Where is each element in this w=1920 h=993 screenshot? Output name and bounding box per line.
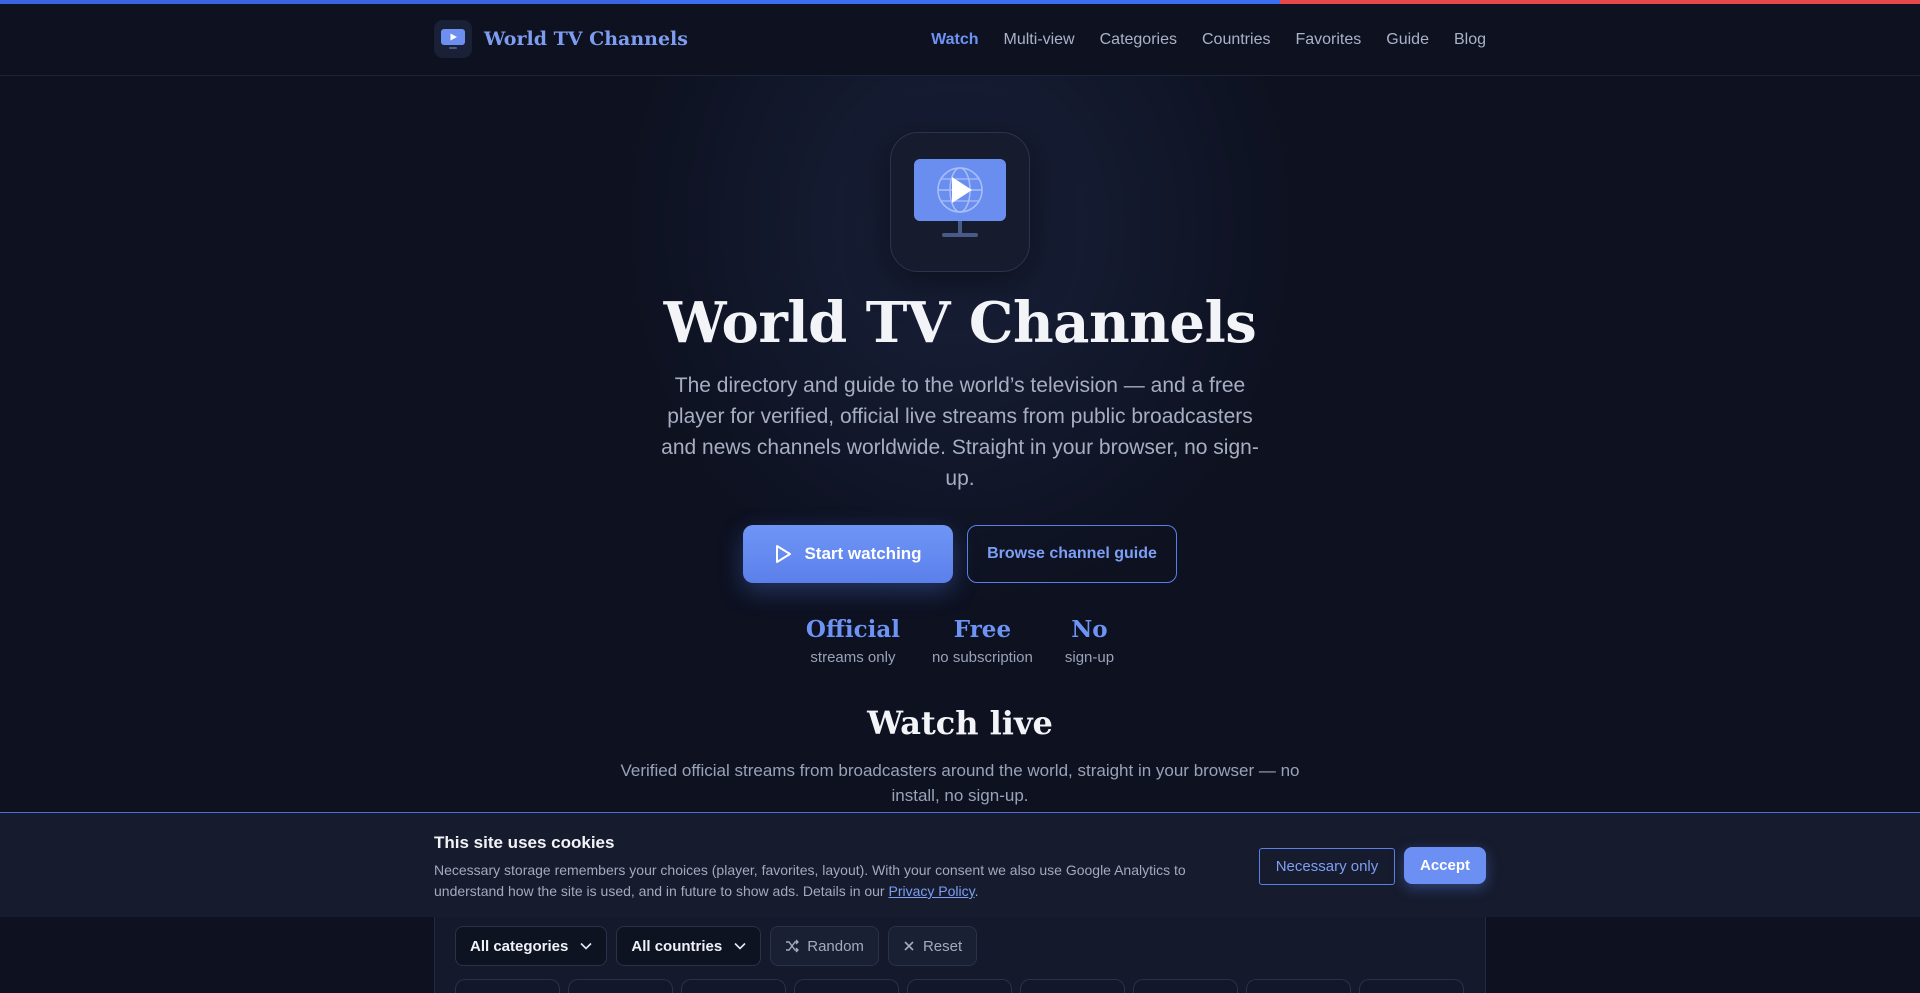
accept-cookies-button[interactable]: Accept — [1404, 847, 1486, 884]
channel-card[interactable] — [794, 979, 899, 993]
hero-stats: Official streams only Free no subscripti… — [0, 616, 1920, 666]
country-select[interactable]: All countries — [616, 926, 762, 966]
channel-card-row — [455, 979, 1464, 993]
shuffle-icon — [786, 939, 800, 953]
chevron-down-icon — [734, 942, 746, 950]
nav-multi-view[interactable]: Multi-view — [1003, 31, 1074, 49]
stat-label: sign-up — [1064, 649, 1115, 666]
channel-card[interactable] — [907, 979, 1012, 993]
cookie-text-end: . — [974, 883, 979, 899]
stat-label: no subscription — [931, 649, 1033, 666]
stat-official: Official streams only — [806, 616, 900, 666]
nav-countries[interactable]: Countries — [1202, 31, 1270, 49]
cookie-title: This site uses cookies — [434, 833, 615, 852]
cookie-banner: This site uses cookies Necessary storage… — [0, 812, 1920, 917]
tv-play-icon — [434, 20, 472, 58]
nav-guide[interactable]: Guide — [1386, 31, 1429, 49]
necessary-only-button[interactable]: Necessary only — [1259, 848, 1395, 885]
stat-no-signup: No sign-up — [1065, 616, 1114, 666]
channel-card[interactable] — [1020, 979, 1125, 993]
stat-label: streams only — [810, 649, 896, 666]
start-watching-label: Start watching — [804, 544, 922, 563]
hero-lead: The directory and guide to the world’s t… — [661, 374, 1259, 490]
random-label: Random — [807, 937, 864, 955]
filter-bar: All categories All countries Random Rese… — [455, 926, 978, 966]
country-select-value: All countries — [631, 937, 723, 955]
cookie-text-body: Necessary storage remembers your choices… — [434, 862, 1186, 899]
main-nav: Watch Multi-view Categories Countries Fa… — [931, 4, 1486, 76]
privacy-policy-link[interactable]: Privacy Policy — [889, 883, 975, 899]
brand-link[interactable]: World TV Channels — [434, 20, 688, 58]
channel-card[interactable] — [568, 979, 673, 993]
brand-name: World TV Channels — [484, 28, 688, 50]
play-icon — [776, 545, 792, 563]
nav-categories[interactable]: Categories — [1100, 31, 1177, 49]
hero-title: World TV Channels — [663, 290, 1257, 356]
stat-free: Free no subscription — [932, 616, 1033, 666]
watch-live-subtitle: Verified official streams from broadcast… — [620, 761, 1300, 805]
channel-card[interactable] — [455, 979, 560, 993]
channel-card[interactable] — [1133, 979, 1238, 993]
stat-value: Free — [953, 616, 1012, 643]
nav-blog[interactable]: Blog — [1454, 31, 1486, 49]
category-select-value: All categories — [470, 937, 569, 955]
tv-globe-play-icon — [890, 132, 1030, 272]
chevron-down-icon — [580, 942, 592, 950]
random-button[interactable]: Random — [770, 926, 879, 966]
cookie-text: Necessary storage remembers your choices… — [434, 860, 1234, 902]
close-icon — [904, 941, 914, 951]
reset-label: Reset — [922, 937, 963, 955]
channel-filter-panel: All categories All countries Random Rese… — [434, 917, 1486, 993]
browse-guide-button[interactable]: Browse channel guide — [967, 525, 1177, 583]
start-watching-button[interactable]: Start watching — [743, 525, 953, 583]
channel-card[interactable] — [1359, 979, 1464, 993]
hero-cta-row: Start watching Browse channel guide — [743, 525, 1177, 583]
watch-live-title: Watch live — [867, 704, 1053, 742]
nav-favorites[interactable]: Favorites — [1295, 31, 1361, 49]
nav-watch[interactable]: Watch — [931, 31, 978, 49]
category-select[interactable]: All categories — [455, 926, 608, 966]
stat-value: Official — [805, 616, 900, 643]
stat-value: No — [1071, 616, 1108, 643]
channel-card[interactable] — [1246, 979, 1351, 993]
channel-card[interactable] — [681, 979, 786, 993]
reset-button[interactable]: Reset — [887, 926, 978, 966]
site-header: World TV Channels Watch Multi-view Categ… — [0, 4, 1920, 76]
